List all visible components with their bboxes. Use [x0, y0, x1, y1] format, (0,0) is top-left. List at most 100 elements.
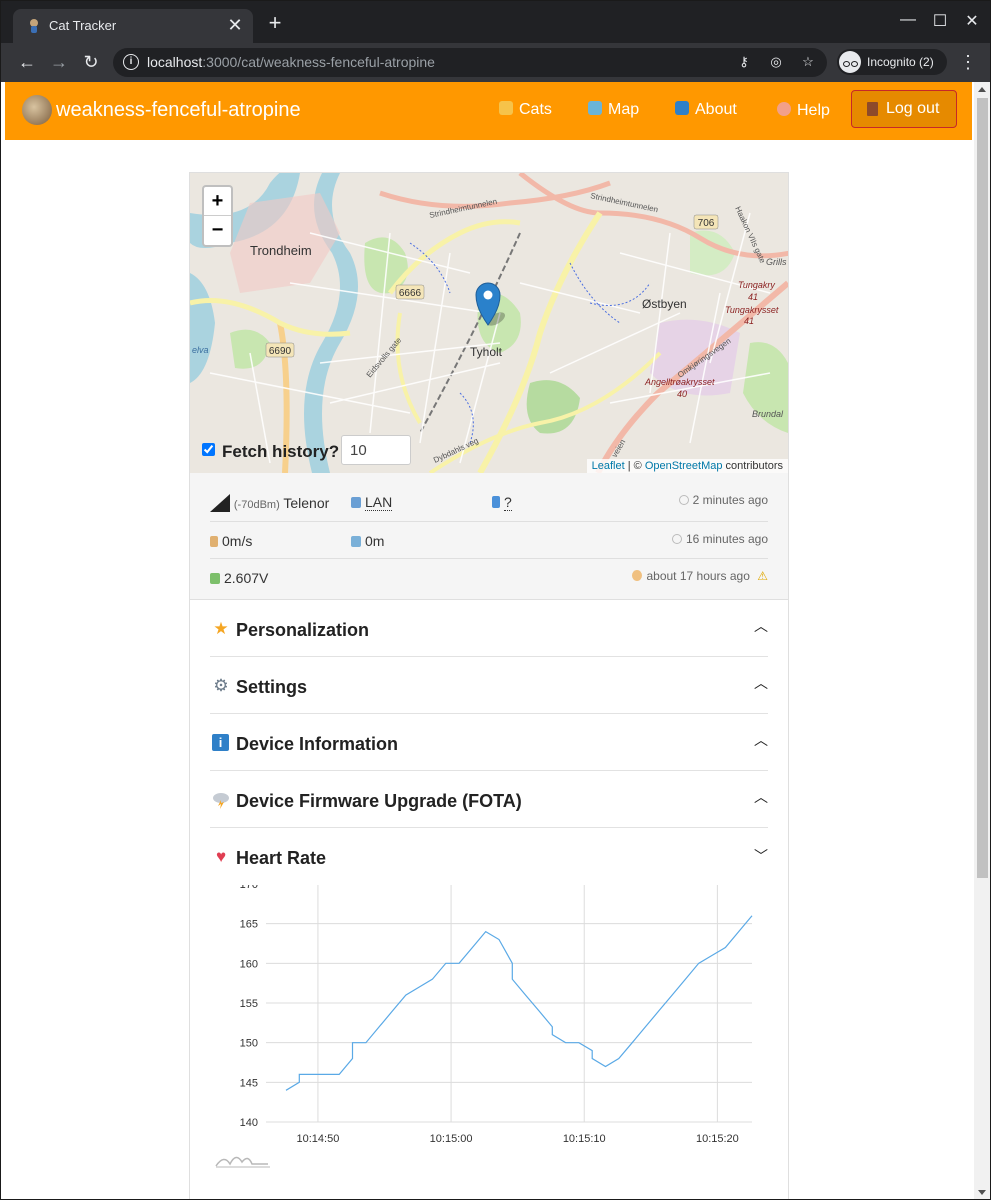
- y-tick-label: 160: [240, 958, 258, 970]
- heart-icon: ♥: [215, 847, 227, 866]
- section-settings[interactable]: ⚙ Settings ︿: [210, 657, 768, 714]
- scroll-down-icon[interactable]: [978, 1190, 986, 1195]
- y-tick-label: 155: [240, 998, 258, 1010]
- x-tick-label: 10:15:00: [430, 1133, 473, 1145]
- map-tiles[interactable]: 6666 6690 706 Trondheim Tyholt Østbyen S…: [190, 173, 788, 473]
- map-label-6690: 6690: [269, 346, 292, 357]
- map-label-trondheim: Trondheim: [250, 243, 312, 258]
- fetch-history-checkbox[interactable]: [202, 443, 215, 456]
- chevron-up-icon[interactable]: ︿: [754, 733, 768, 747]
- warning-icon: ⚠: [757, 569, 768, 583]
- incognito-profile[interactable]: Incognito (2): [837, 49, 947, 75]
- browser-window: Cat Tracker ✕ + — ☐ ✕ ← → ↻ i localhost:…: [0, 0, 991, 1200]
- map-label-elva: elva: [192, 345, 209, 355]
- network-type[interactable]: LAN: [351, 494, 393, 511]
- star-icon[interactable]: ☆: [799, 53, 817, 71]
- leaflet-link[interactable]: Leaflet: [592, 460, 625, 472]
- y-tick-label: 170: [240, 885, 258, 891]
- nav-help[interactable]: Help: [777, 102, 830, 120]
- chevron-up-icon[interactable]: ︿: [754, 790, 768, 804]
- y-tick-label: 140: [240, 1117, 258, 1129]
- maximize-icon[interactable]: ☐: [930, 11, 950, 33]
- zoom-in-button[interactable]: +: [204, 187, 231, 216]
- battery-icon: [210, 573, 220, 584]
- x-tick-label: 10:14:50: [297, 1133, 340, 1145]
- map-label-tyholt: Tyholt: [470, 345, 503, 359]
- menu-icon[interactable]: ⋮: [959, 51, 977, 73]
- altitude: 0m: [351, 533, 384, 549]
- device-info-short[interactable]: ?: [492, 494, 512, 511]
- chevron-up-icon[interactable]: ︿: [754, 676, 768, 690]
- connection-row: (-70dBm) Telenor LAN ? 2 minutes ago: [210, 485, 768, 522]
- map-label-brundal: Brundal: [752, 409, 784, 419]
- battery-row: 2.607V about 17 hours ago ⚠: [210, 559, 768, 596]
- forward-icon[interactable]: →: [47, 50, 71, 74]
- browser-tab[interactable]: Cat Tracker ✕: [13, 9, 253, 43]
- fetch-history-label: Fetch history?: [222, 442, 340, 461]
- close-tab-icon[interactable]: ✕: [225, 14, 245, 36]
- nav-cats[interactable]: Cats: [499, 101, 552, 119]
- device-status-panel: (-70dBm) Telenor LAN ? 2 minutes ago 0m/…: [190, 473, 788, 600]
- cat-favicon-icon: [30, 19, 38, 33]
- zoom-out-button[interactable]: −: [204, 216, 231, 245]
- title-bar: Cat Tracker ✕ + — ☐ ✕: [1, 1, 990, 43]
- map-label-tungakrysset-number: 41: [744, 316, 754, 326]
- section-personalization[interactable]: ★ Personalization ︿: [210, 600, 768, 657]
- eye-off-icon[interactable]: ◎: [767, 53, 785, 71]
- y-tick-label: 165: [240, 919, 258, 931]
- motion-timestamp: 16 minutes ago: [671, 532, 768, 546]
- cat-avatar[interactable]: [22, 95, 52, 125]
- cat-face-icon: [499, 101, 513, 115]
- y-tick-label: 150: [240, 1038, 258, 1050]
- map-label-grills: Grills: [766, 257, 787, 267]
- heart-rate-chart: 140 145 150 155 160 165 170 10:14:50 10:15:00 10:…: [210, 879, 768, 1200]
- chevron-down-icon[interactable]: ﹀: [754, 849, 768, 863]
- signal-bars-icon: [210, 494, 230, 512]
- map-label-angelltroakrysset-number: 40: [677, 389, 687, 399]
- network-icon: [351, 497, 361, 508]
- clock-icon: [678, 495, 689, 505]
- map-label-706: 706: [698, 218, 715, 229]
- reload-icon[interactable]: ↻: [79, 50, 103, 74]
- map-label-tungakry: Tungakry: [738, 280, 775, 290]
- back-icon[interactable]: ←: [15, 50, 39, 74]
- page-viewport: weakness-fenceful-atropine Cats Map Abou…: [1, 82, 974, 1200]
- cat-card: 6666 6690 706 Trondheim Tyholt Østbyen S…: [189, 172, 789, 1200]
- airplane-icon: [351, 536, 361, 547]
- scrollbar[interactable]: [974, 82, 990, 1199]
- chevron-up-icon[interactable]: ︿: [754, 619, 768, 633]
- nav-map[interactable]: Map: [588, 101, 639, 119]
- battery-timestamp: about 17 hours ago ⚠: [632, 569, 768, 583]
- openstreetmap-link[interactable]: OpenStreetMap: [645, 460, 723, 472]
- map-label-6666: 6666: [399, 288, 422, 299]
- info-icon: [675, 101, 689, 115]
- logout-button[interactable]: Log out: [851, 90, 957, 128]
- key-icon[interactable]: ⚷: [735, 53, 753, 71]
- overview-sparkline: [215, 1156, 268, 1167]
- map-attribution: Leaflet | © OpenStreetMap contributors: [586, 459, 788, 473]
- signal-strength: (-70dBm) Telenor: [210, 494, 329, 512]
- heart-rate-chart-svg[interactable]: 140 145 150 155 160 165 170 10:14:50 10:15:00 10:…: [210, 879, 768, 1200]
- url-text[interactable]: localhost:3000/cat/weakness-fenceful-atr…: [147, 54, 435, 70]
- new-tab-icon[interactable]: +: [264, 12, 286, 36]
- connection-timestamp: 2 minutes ago: [678, 493, 768, 507]
- phone-icon: [492, 496, 500, 508]
- scrollbar-thumb[interactable]: [977, 98, 988, 878]
- help-person-icon: [777, 102, 791, 116]
- section-device-information[interactable]: i Device Information ︿: [210, 714, 768, 771]
- minimize-icon[interactable]: —: [898, 11, 918, 33]
- location-map[interactable]: 6666 6690 706 Trondheim Tyholt Østbyen S…: [190, 173, 788, 473]
- cat-name-title[interactable]: weakness-fenceful-atropine: [56, 99, 301, 122]
- incognito-icon: [839, 51, 861, 73]
- scroll-up-icon[interactable]: [978, 87, 986, 92]
- nav-about[interactable]: About: [675, 101, 737, 119]
- cloud-lightning-icon: [212, 791, 230, 809]
- door-icon: [867, 102, 878, 116]
- close-window-icon[interactable]: ✕: [962, 11, 982, 33]
- section-fota[interactable]: Device Firmware Upgrade (FOTA) ︿: [210, 771, 768, 828]
- site-info-icon[interactable]: i: [123, 54, 139, 70]
- section-heart-rate[interactable]: ♥ Heart Rate ﹀: [210, 828, 768, 885]
- address-bar[interactable]: i localhost:3000/cat/weakness-fenceful-a…: [113, 48, 827, 77]
- star-icon: ★: [213, 619, 229, 638]
- fetch-history-count-input[interactable]: [341, 435, 411, 465]
